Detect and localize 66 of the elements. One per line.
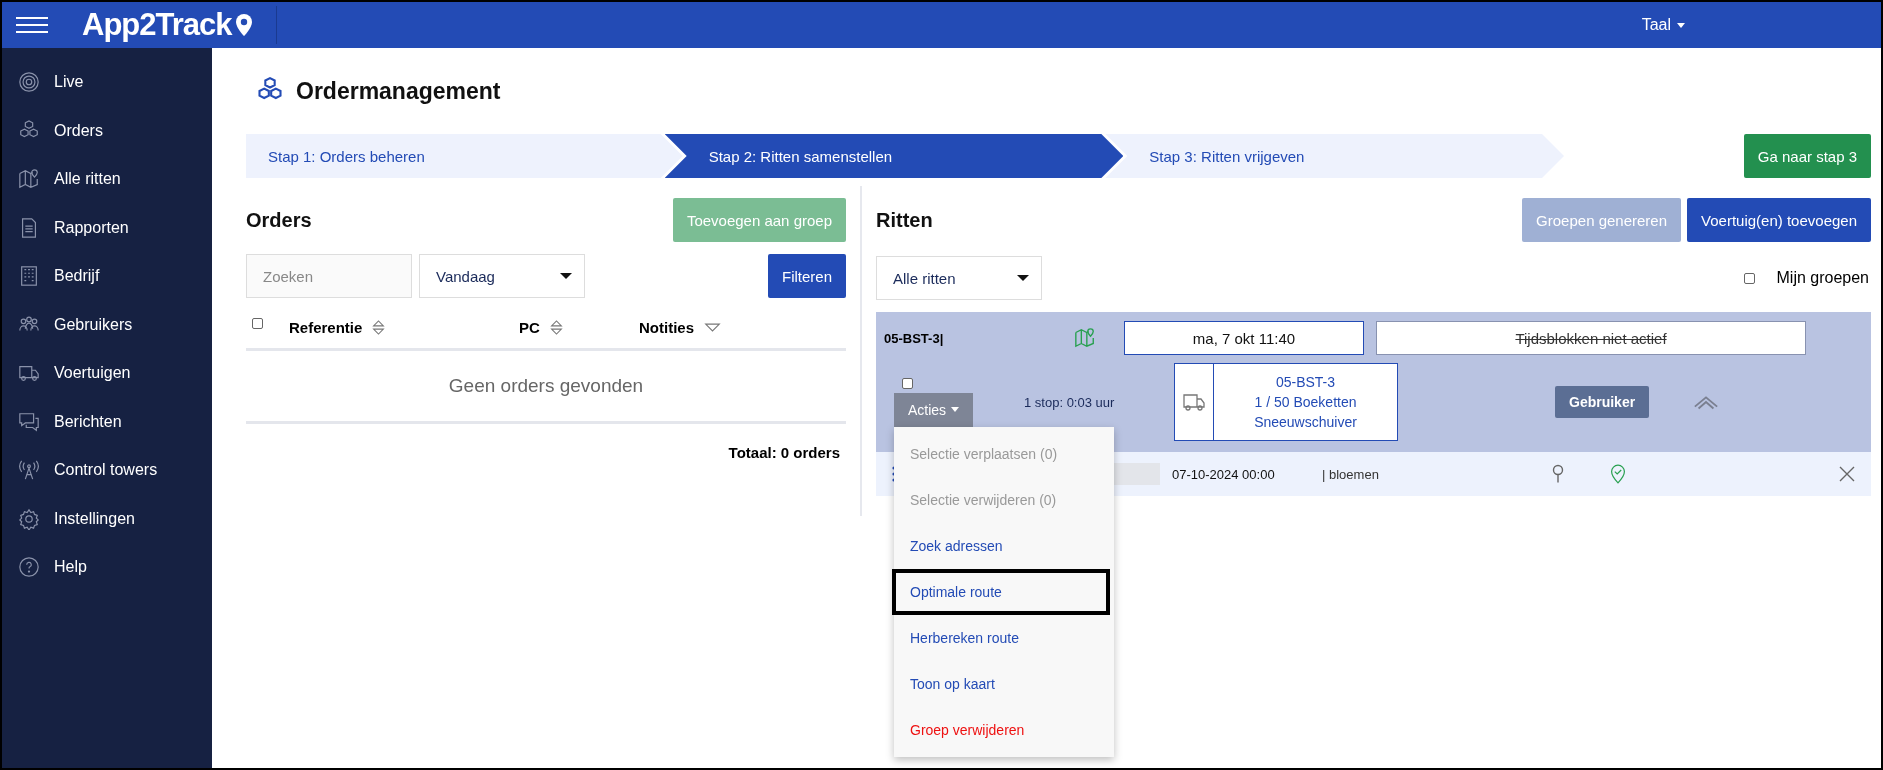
target-icon <box>18 71 40 94</box>
close-icon[interactable] <box>1839 466 1855 482</box>
timeblocks-field[interactable]: Tijdsblokken niet actief <box>1376 321 1806 355</box>
user-button[interactable]: Gebruiker <box>1555 386 1650 418</box>
sidebar-item[interactable]: Help <box>2 543 212 592</box>
empty-message: Geen orders gevonden <box>246 351 846 424</box>
rides-dropdown[interactable]: Alle ritten <box>876 256 1042 300</box>
total-count: Totaal: 0 orders <box>727 443 841 461</box>
vehicle-name: Sneeuwschuiver <box>1254 413 1357 432</box>
sidebar-item[interactable]: Live <box>2 58 212 107</box>
period-dropdown[interactable]: Vandaag <box>419 254 585 298</box>
sidebar-item[interactable]: Alle ritten <box>2 155 212 204</box>
menu-item[interactable]: Toon op kaart <box>892 660 1110 707</box>
my-groups-checkbox[interactable] <box>1743 272 1755 284</box>
add-vehicle-button[interactable]: Voertuig(en) toevoegen <box>1687 198 1871 242</box>
sidebar-item[interactable]: Orders <box>2 106 212 155</box>
sidebar-item[interactable]: Rapporten <box>2 203 212 252</box>
page-title: Ordermanagement <box>296 77 501 105</box>
column-header[interactable]: Referentie <box>289 318 363 336</box>
menu-item[interactable]: Optimale route <box>892 568 1110 615</box>
sidebar-item[interactable]: Instellingen <box>2 494 212 543</box>
location-check-icon[interactable] <box>1610 464 1626 484</box>
stop-date: 07-10-2024 00:00 <box>1172 466 1276 482</box>
pin-icon[interactable] <box>1552 464 1564 484</box>
chat-icon <box>18 410 40 433</box>
menu-item[interactable]: Herbereken route <box>892 614 1110 661</box>
help-icon <box>18 556 40 579</box>
sort-icon[interactable] <box>372 318 386 336</box>
sidebar-item[interactable]: Voertuigen <box>2 349 212 398</box>
map-pin-icon <box>18 168 40 191</box>
next-step-button[interactable]: Ga naar stap 3 <box>1743 134 1871 178</box>
sidebar-item[interactable]: Berichten <box>2 397 212 446</box>
language-dropdown[interactable]: Taal <box>1635 15 1691 35</box>
search-field[interactable]: Zoeken <box>246 254 412 298</box>
menu-item[interactable]: Groep verwijderen <box>892 706 1110 753</box>
building-icon <box>18 265 40 288</box>
drag-handle-icon[interactable] <box>892 466 896 482</box>
antenna-icon <box>18 459 40 482</box>
sort-down-icon[interactable] <box>704 321 721 333</box>
vehicle-load: 1 / 50 Boeketten <box>1254 393 1357 412</box>
sidebar-item[interactable]: Gebruikers <box>2 300 212 349</box>
sidebar-item[interactable]: Bedrijf <box>2 252 212 301</box>
date-field[interactable]: ma, 7 okt 11:40 <box>1124 321 1364 355</box>
sort-icon[interactable] <box>549 318 563 336</box>
checkbox-label: Mijn groepen <box>1776 269 1869 287</box>
select-all-checkbox[interactable] <box>252 317 263 329</box>
column-header[interactable]: PC <box>519 318 540 336</box>
step-tab[interactable]: Stap 3: Ritten vrijgeven <box>1105 134 1564 178</box>
section-title: Ritten <box>876 208 933 232</box>
vehicle-plate: 05-BST-3 <box>1275 373 1336 392</box>
vehicle-card[interactable]: 05-BST-3 1 / 50 Boeketten Sneeuwschuiver <box>1174 363 1398 441</box>
group-checkbox[interactable] <box>902 377 913 389</box>
sidebar-item[interactable]: Control towers <box>2 446 212 495</box>
app-logo[interactable]: App2Track <box>82 7 232 43</box>
location-pin-icon <box>233 13 254 37</box>
column-header[interactable]: Notities <box>639 318 694 336</box>
group-name: 05-BST-3| <box>884 330 945 346</box>
actions-button[interactable]: Acties <box>894 392 974 427</box>
stops-summary: 1 stop: 0:03 uur <box>1024 394 1116 410</box>
step-tab[interactable]: Stap 2: Ritten samenstellen <box>664 134 1124 178</box>
stop-note: | bloemen <box>1322 466 1380 482</box>
settings-icon <box>18 507 40 530</box>
step-tab[interactable]: Stap 1: Orders beheren <box>246 134 683 178</box>
filter-button[interactable]: Filteren <box>767 254 846 298</box>
menu-item[interactable]: Zoek adressen <box>892 522 1110 569</box>
section-title: Orders <box>246 208 312 232</box>
